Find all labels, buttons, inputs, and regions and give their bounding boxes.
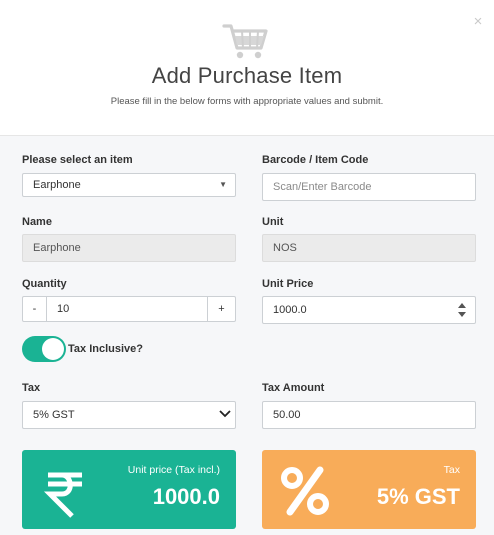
barcode-label: Barcode / Item Code bbox=[262, 154, 369, 166]
item-select[interactable]: Earphone ▼ bbox=[22, 173, 236, 197]
tax-amount-label: Tax Amount bbox=[262, 382, 325, 394]
barcode-input[interactable]: Scan/Enter Barcode bbox=[262, 173, 476, 201]
unit-price-value: 1000.0 bbox=[273, 304, 307, 316]
modal-subtitle: Please fill in the below forms with appr… bbox=[110, 96, 384, 107]
item-select-value: Earphone bbox=[33, 179, 81, 191]
shopping-cart-icon bbox=[222, 24, 268, 59]
tax-select-value: 5% GST bbox=[33, 409, 75, 421]
unit-price-label: Unit Price bbox=[262, 278, 314, 290]
toggle-knob bbox=[42, 338, 64, 360]
tax-summary-card: Tax 5% GST bbox=[262, 450, 476, 529]
caret-down-icon: ▼ bbox=[219, 180, 227, 189]
percent-icon bbox=[281, 466, 329, 516]
tax-select[interactable]: 5% GST bbox=[22, 401, 236, 429]
tax-inclusive-label: Tax Inclusive? bbox=[68, 343, 143, 355]
tax-card-value: 5% GST bbox=[376, 484, 460, 509]
quantity-increment-button[interactable]: + bbox=[207, 297, 235, 321]
tax-amount-input[interactable]: 50.00 bbox=[262, 401, 476, 429]
chevron-down-icon bbox=[219, 410, 231, 418]
unit-price-summary-card: Unit price (Tax incl.) 1000.0 bbox=[22, 450, 236, 529]
quantity-decrement-button[interactable]: - bbox=[23, 297, 47, 321]
unit-label: Unit bbox=[262, 216, 284, 228]
close-button[interactable]: × bbox=[470, 14, 486, 30]
name-field[interactable]: Earphone bbox=[22, 234, 236, 262]
quantity-input[interactable]: 10 bbox=[47, 297, 207, 321]
rupee-icon bbox=[43, 472, 82, 518]
tax-label: Tax bbox=[22, 382, 41, 394]
quantity-stepper: - 10 + bbox=[22, 296, 236, 322]
tax-card-caption: Tax bbox=[443, 464, 460, 476]
item-select-label: Please select an item bbox=[22, 154, 133, 166]
quantity-label: Quantity bbox=[22, 278, 67, 290]
modal-header: × Add Purchase Item Please fill in the b… bbox=[0, 0, 494, 136]
modal-title: Add Purchase Item bbox=[151, 63, 343, 88]
number-spinner-icon[interactable] bbox=[457, 302, 467, 318]
unit-field[interactable]: NOS bbox=[262, 234, 476, 262]
tax-inclusive-toggle[interactable] bbox=[22, 336, 66, 362]
unit-price-input[interactable]: 1000.0 bbox=[262, 296, 476, 324]
name-label: Name bbox=[22, 216, 52, 228]
unit-price-card-caption: Unit price (Tax incl.) bbox=[127, 464, 220, 476]
unit-price-card-value: 1000.0 bbox=[152, 484, 220, 509]
